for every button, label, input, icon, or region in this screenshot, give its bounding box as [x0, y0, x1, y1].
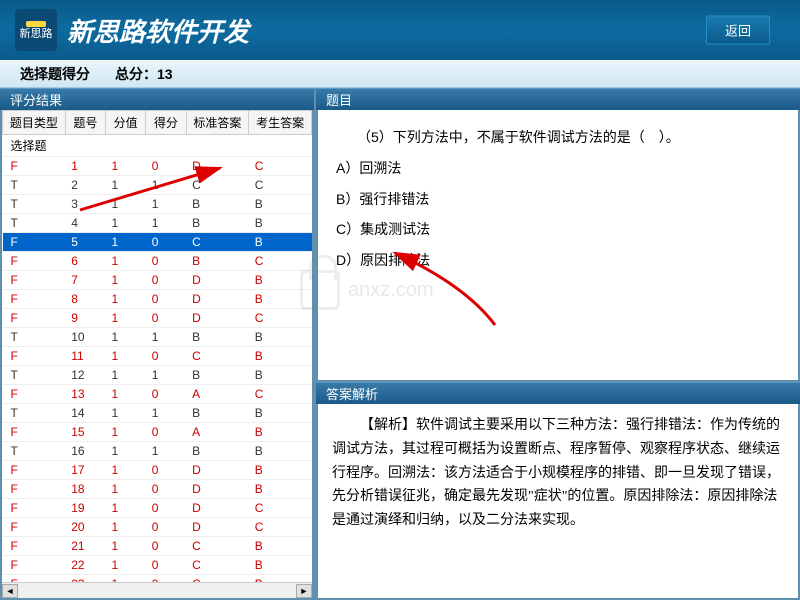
- question-option: D）原因排除法: [336, 245, 780, 276]
- table-row[interactable]: T1011BB: [3, 328, 312, 347]
- table-row[interactable]: F610BC: [3, 252, 312, 271]
- table-row[interactable]: T411BB: [3, 214, 312, 233]
- analysis-panel-header: 答案解析: [316, 382, 800, 404]
- results-table: 题目类型题号分值得分标准答案考生答案 选择题F110DCT211CCT311BB…: [2, 110, 312, 600]
- table-row[interactable]: F2210CB: [3, 556, 312, 575]
- col-header[interactable]: 分值: [105, 111, 145, 135]
- col-header[interactable]: 标准答案: [186, 111, 249, 135]
- scroll-left-icon[interactable]: ◄: [2, 584, 18, 598]
- results-panel: 题目类型题号分值得分标准答案考生答案 选择题F110DCT211CCT311BB…: [0, 110, 314, 600]
- table-row[interactable]: F510CB: [3, 233, 312, 252]
- score-label: 选择题得分: [20, 64, 90, 84]
- table-row[interactable]: T211CC: [3, 176, 312, 195]
- table-row[interactable]: F1110CB: [3, 347, 312, 366]
- table-row[interactable]: F2110CB: [3, 537, 312, 556]
- col-header[interactable]: 考生答案: [249, 111, 312, 135]
- total-label: 总分：13: [115, 64, 173, 84]
- question-option: B）强行排错法: [336, 184, 780, 215]
- table-row[interactable]: F1710DB: [3, 461, 312, 480]
- table-row[interactable]: T1411BB: [3, 404, 312, 423]
- table-row[interactable]: F1810DB: [3, 480, 312, 499]
- table-row[interactable]: F810DB: [3, 290, 312, 309]
- table-row[interactable]: T1211BB: [3, 366, 312, 385]
- analysis-text: 【解析】软件调试主要采用以下三种方法：强行排错法：作为传统的调试方法，其过程可概…: [318, 404, 798, 543]
- scroll-right-icon[interactable]: ►: [296, 584, 312, 598]
- back-button[interactable]: 返回: [706, 16, 770, 45]
- table-row[interactable]: T1611BB: [3, 442, 312, 461]
- app-logo: 新思路: [15, 9, 57, 51]
- table-row[interactable]: F1510AB: [3, 423, 312, 442]
- score-bar: 选择题得分 总分：13: [0, 60, 800, 88]
- question-stem: （5）下列方法中，不属于软件调试方法的是（ ）。: [336, 122, 780, 153]
- app-header: 新思路 新思路软件开发 返回: [0, 0, 800, 60]
- question-option: C）集成测试法: [336, 214, 780, 245]
- col-header[interactable]: 得分: [146, 111, 186, 135]
- table-row[interactable]: T311BB: [3, 195, 312, 214]
- question-panel-header: 题目: [316, 88, 800, 110]
- question-panel: （5）下列方法中，不属于软件调试方法的是（ ）。 A）回溯法 B）强行排错法 C…: [316, 110, 800, 382]
- table-row[interactable]: F710DB: [3, 271, 312, 290]
- results-panel-header: 评分结果: [0, 88, 314, 110]
- table-row[interactable]: F110DC: [3, 157, 312, 176]
- col-header[interactable]: 题号: [65, 111, 105, 135]
- col-header[interactable]: 题目类型: [3, 111, 66, 135]
- app-title: 新思路软件开发: [67, 12, 249, 49]
- question-type-label: 选择题: [3, 135, 66, 157]
- analysis-panel: 【解析】软件调试主要采用以下三种方法：强行排错法：作为传统的调试方法，其过程可概…: [316, 404, 800, 600]
- table-row[interactable]: F1910DC: [3, 499, 312, 518]
- table-row[interactable]: F2010DC: [3, 518, 312, 537]
- question-option: A）回溯法: [336, 153, 780, 184]
- horizontal-scrollbar[interactable]: ◄ ►: [2, 582, 312, 598]
- table-row[interactable]: F1310AC: [3, 385, 312, 404]
- table-row[interactable]: F910DC: [3, 309, 312, 328]
